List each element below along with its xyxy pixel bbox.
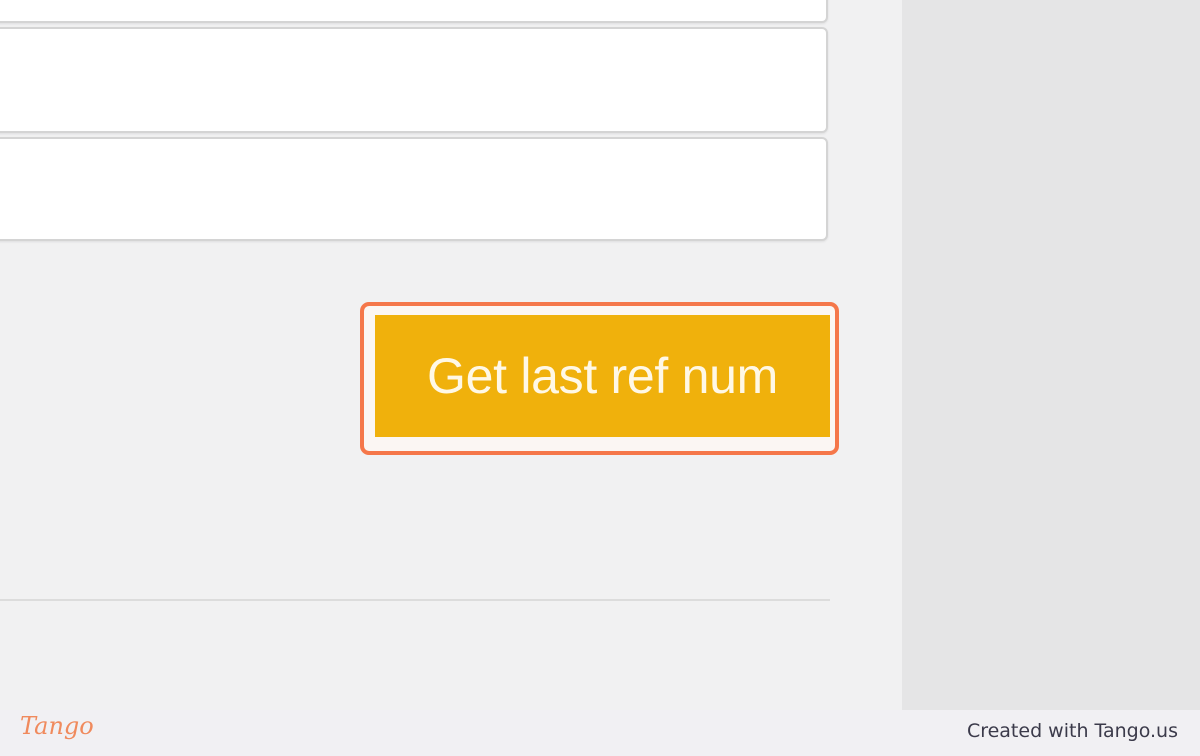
text-field-middle[interactable] <box>0 27 828 133</box>
text-field-top[interactable] <box>0 0 828 23</box>
screenshot-stage: Get last ref num <box>0 0 1200 710</box>
text-field-bottom[interactable] <box>0 137 828 241</box>
get-last-ref-num-button[interactable]: Get last ref num <box>375 315 830 437</box>
section-divider <box>0 599 830 601</box>
created-with-credit: Created with Tango.us <box>966 720 1178 742</box>
tango-logo: Tango <box>20 712 94 740</box>
right-side-panel <box>902 0 1200 710</box>
